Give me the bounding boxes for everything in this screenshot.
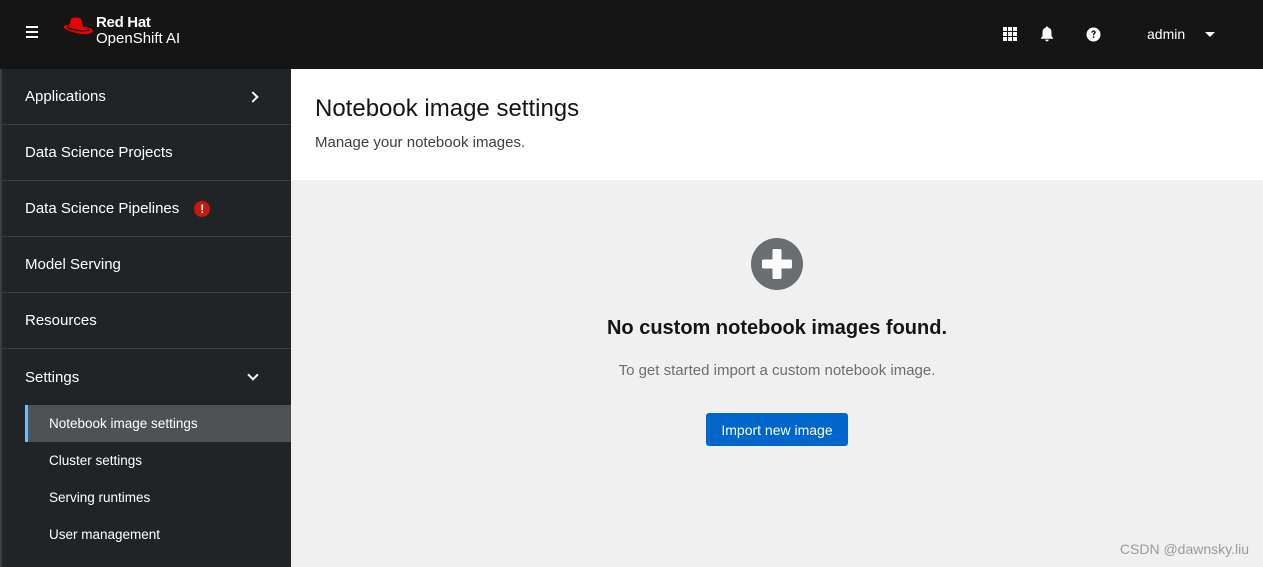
sidebar-item-settings[interactable]: Settings: [2, 349, 291, 405]
import-new-image-button[interactable]: Import new image: [706, 413, 848, 446]
username: admin: [1147, 26, 1186, 42]
sidebar-item-data-science-projects[interactable]: Data Science Projects: [2, 125, 291, 181]
masthead: Red Hat OpenShift AI admin: [0, 0, 1263, 69]
sidebar-item-label: Model Serving: [25, 256, 121, 273]
sidebar-item-label: Data Science Pipelines: [25, 200, 180, 217]
sidebar-item-label: Applications: [25, 88, 106, 105]
empty-state: No custom notebook images found. To get …: [291, 180, 1263, 567]
exclamation-circle-icon: !: [194, 200, 211, 217]
chevron-right-icon: [247, 90, 259, 103]
plus-circle-icon: [751, 238, 803, 290]
sidebar-subitem-label: Serving runtimes: [49, 490, 151, 505]
sidebar-subitem-label: Notebook image settings: [49, 416, 198, 431]
sidebar-subitem-notebook-image-settings[interactable]: Notebook image settings: [25, 405, 291, 442]
page-title: Notebook image settings: [315, 95, 580, 122]
empty-state-title: No custom notebook images found.: [606, 317, 947, 339]
brand-product: OpenShift AI: [96, 30, 181, 47]
watermark: CSDN @dawnsky.liu: [1119, 541, 1249, 557]
sidebar-item-resources[interactable]: Resources: [2, 293, 291, 349]
sidebar-item-label: Data Science Projects: [25, 144, 173, 161]
sidebar-subitem-user-management[interactable]: User management: [25, 516, 291, 553]
sidebar-subitem-label: Cluster settings: [49, 453, 143, 468]
empty-state-body: To get started import a custom notebook …: [618, 362, 936, 379]
sidebar-item-applications[interactable]: Applications: [2, 69, 291, 125]
grid-icon[interactable]: [1000, 24, 1020, 44]
caret-down-icon: [1205, 31, 1216, 37]
chevron-down-icon: [247, 369, 259, 381]
bell-icon[interactable]: [1037, 24, 1057, 44]
red-hat-icon: [63, 17, 93, 35]
page-header: Notebook image settings Manage your note…: [291, 69, 1263, 180]
brand-company: Red Hat: [96, 14, 151, 31]
sidebar-subitem-cluster-settings[interactable]: Cluster settings: [25, 442, 291, 479]
sidebar-item-label: Settings: [25, 368, 80, 386]
sidebar-item-model-serving[interactable]: Model Serving: [2, 237, 291, 293]
hamburger-icon[interactable]: [24, 26, 40, 40]
sidebar-item-label: Resources: [25, 312, 97, 329]
question-circle-icon[interactable]: [1083, 24, 1103, 44]
sidebar-nav: Applications Data Science Projects Data …: [0, 69, 291, 567]
sidebar-item-data-science-pipelines[interactable]: Data Science Pipelines !: [2, 181, 291, 237]
settings-subnav: Notebook image settings Cluster settings…: [2, 405, 291, 553]
sidebar-subitem-serving-runtimes[interactable]: Serving runtimes: [25, 479, 291, 516]
user-menu-toggle[interactable]: admin: [1147, 24, 1216, 44]
brand-logo[interactable]: Red Hat OpenShift AI: [62, 15, 180, 47]
page-description: Manage your notebook images.: [315, 134, 526, 151]
sidebar-subitem-label: User management: [49, 527, 161, 542]
